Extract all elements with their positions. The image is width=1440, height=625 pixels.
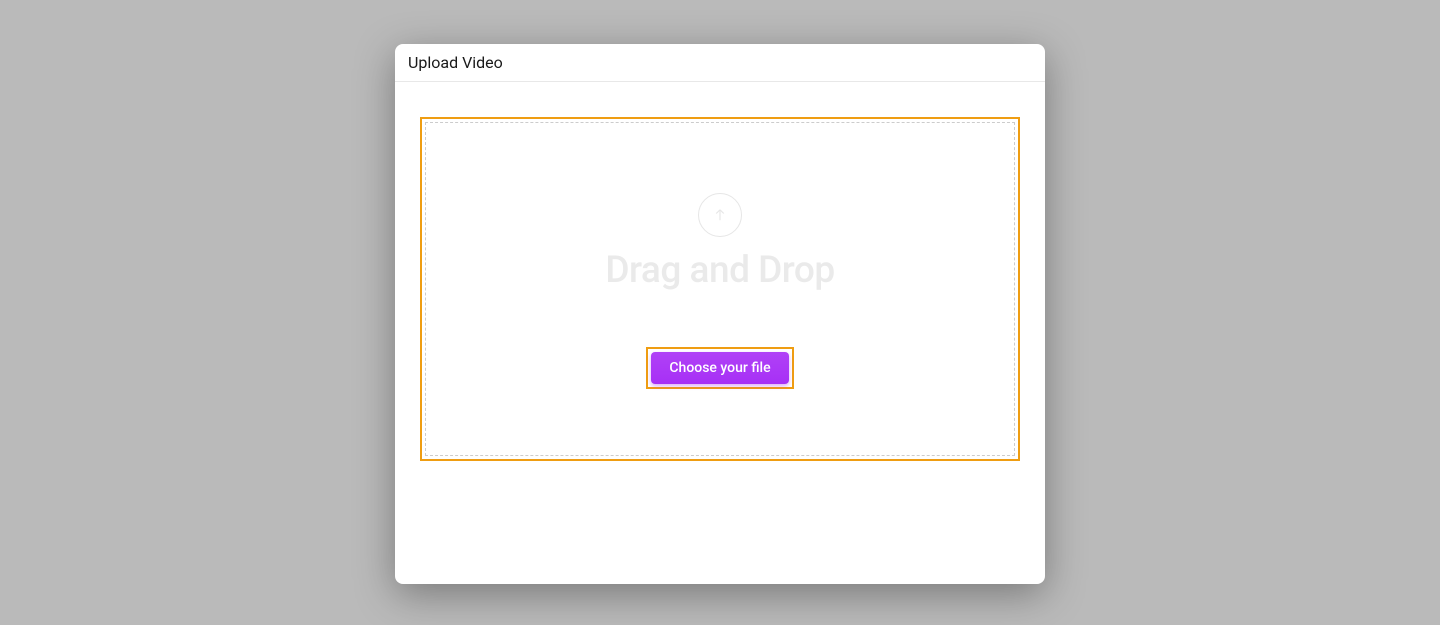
modal-title: Upload Video [395,44,1045,82]
dropzone-highlight: Drag and Drop Choose your file [420,117,1020,461]
choose-file-highlight: Choose your file [646,347,793,389]
choose-file-button[interactable]: Choose your file [651,352,788,384]
modal-body: Drag and Drop Choose your file [395,82,1045,496]
upload-icon [698,193,742,237]
upload-video-modal: Upload Video Drag and Drop Choose your f… [395,44,1045,584]
dropzone[interactable]: Drag and Drop Choose your file [425,122,1015,456]
drag-drop-label: Drag and Drop [605,249,834,292]
